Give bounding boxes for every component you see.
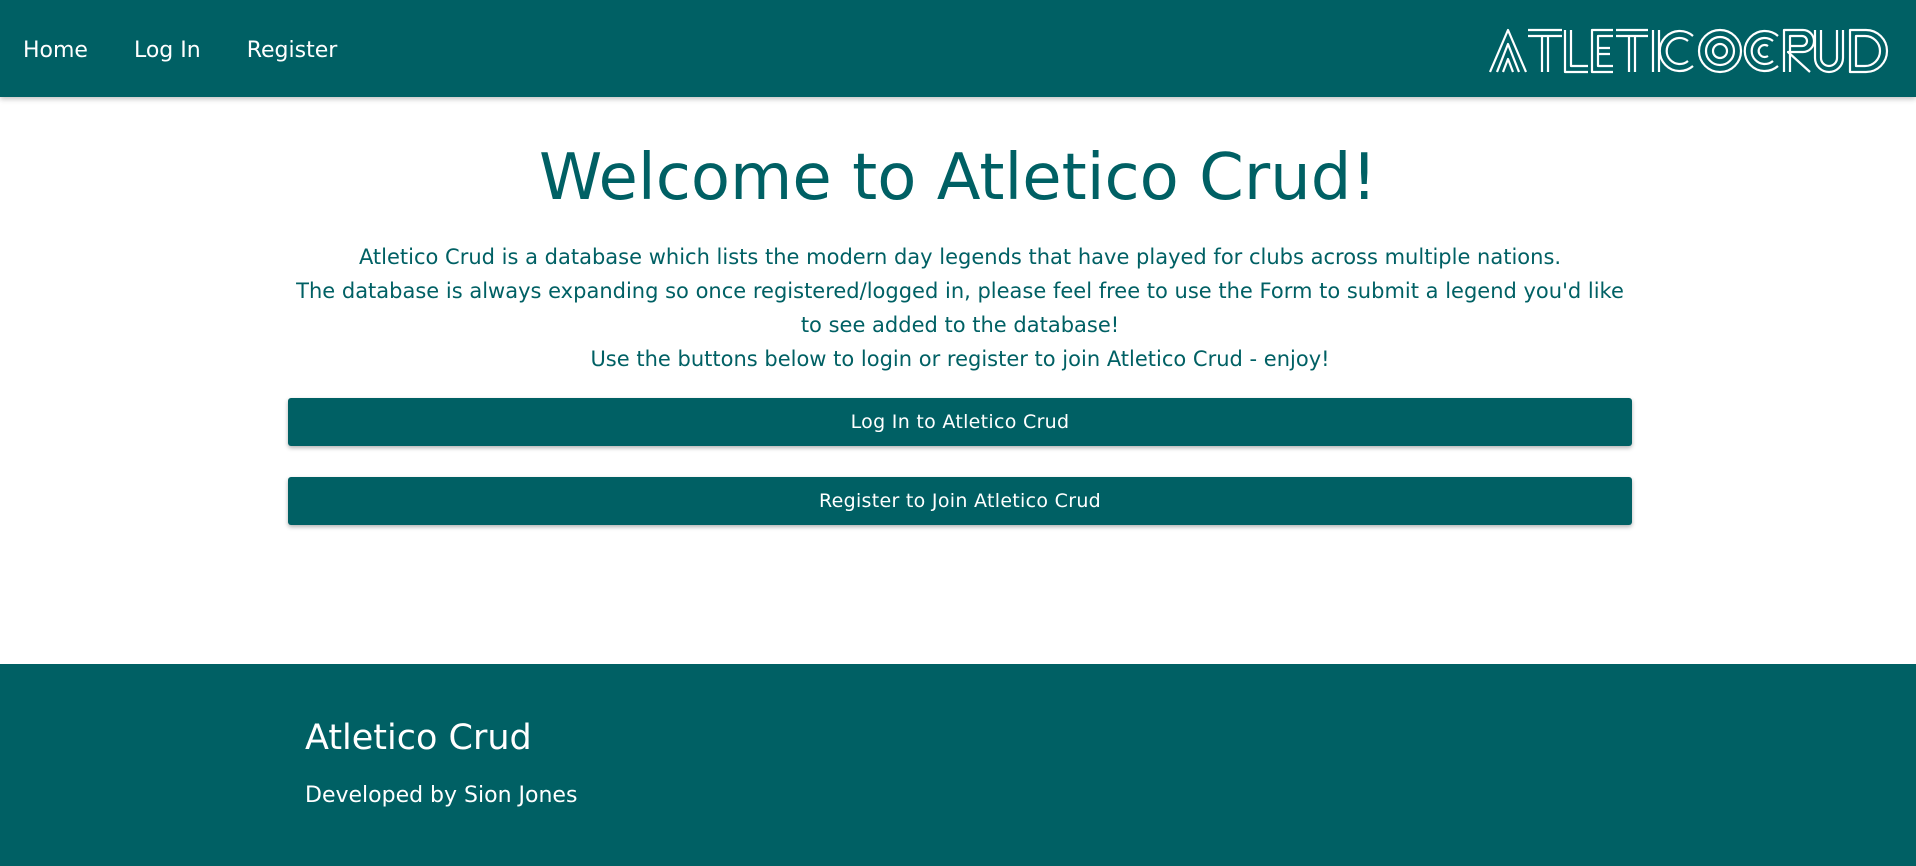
intro-paragraph: Use the buttons below to login or regist… [590, 347, 1330, 371]
footer-title: Atletico Crud [305, 718, 532, 758]
footer: Atletico Crud Developed by Sion Jones [0, 664, 1916, 866]
brand-logo[interactable] [1488, 26, 1908, 74]
footer-credit: Developed by Sion Jones [305, 783, 578, 808]
intro-paragraph: The database is always expanding so once… [296, 279, 1624, 337]
nav-link-register[interactable]: Register [247, 38, 338, 63]
intro-paragraph: Atletico Crud is a database which lists … [358, 245, 1562, 269]
intro-text: Atletico Crud is a database which lists … [290, 240, 1630, 376]
page-title: Welcome to Atletico Crud! [539, 141, 1377, 215]
nav-link-login[interactable]: Log In [134, 38, 201, 63]
navbar: Home Log In Register [0, 0, 1916, 97]
nav-link-home[interactable]: Home [23, 38, 88, 63]
register-button[interactable]: Register to Join Atletico Crud [288, 477, 1632, 525]
login-button[interactable]: Log In to Atletico Crud [288, 398, 1632, 446]
nav-links: Home Log In Register [23, 0, 383, 100]
main-content: Welcome to Atletico Crud! Atletico Crud … [0, 97, 1916, 664]
